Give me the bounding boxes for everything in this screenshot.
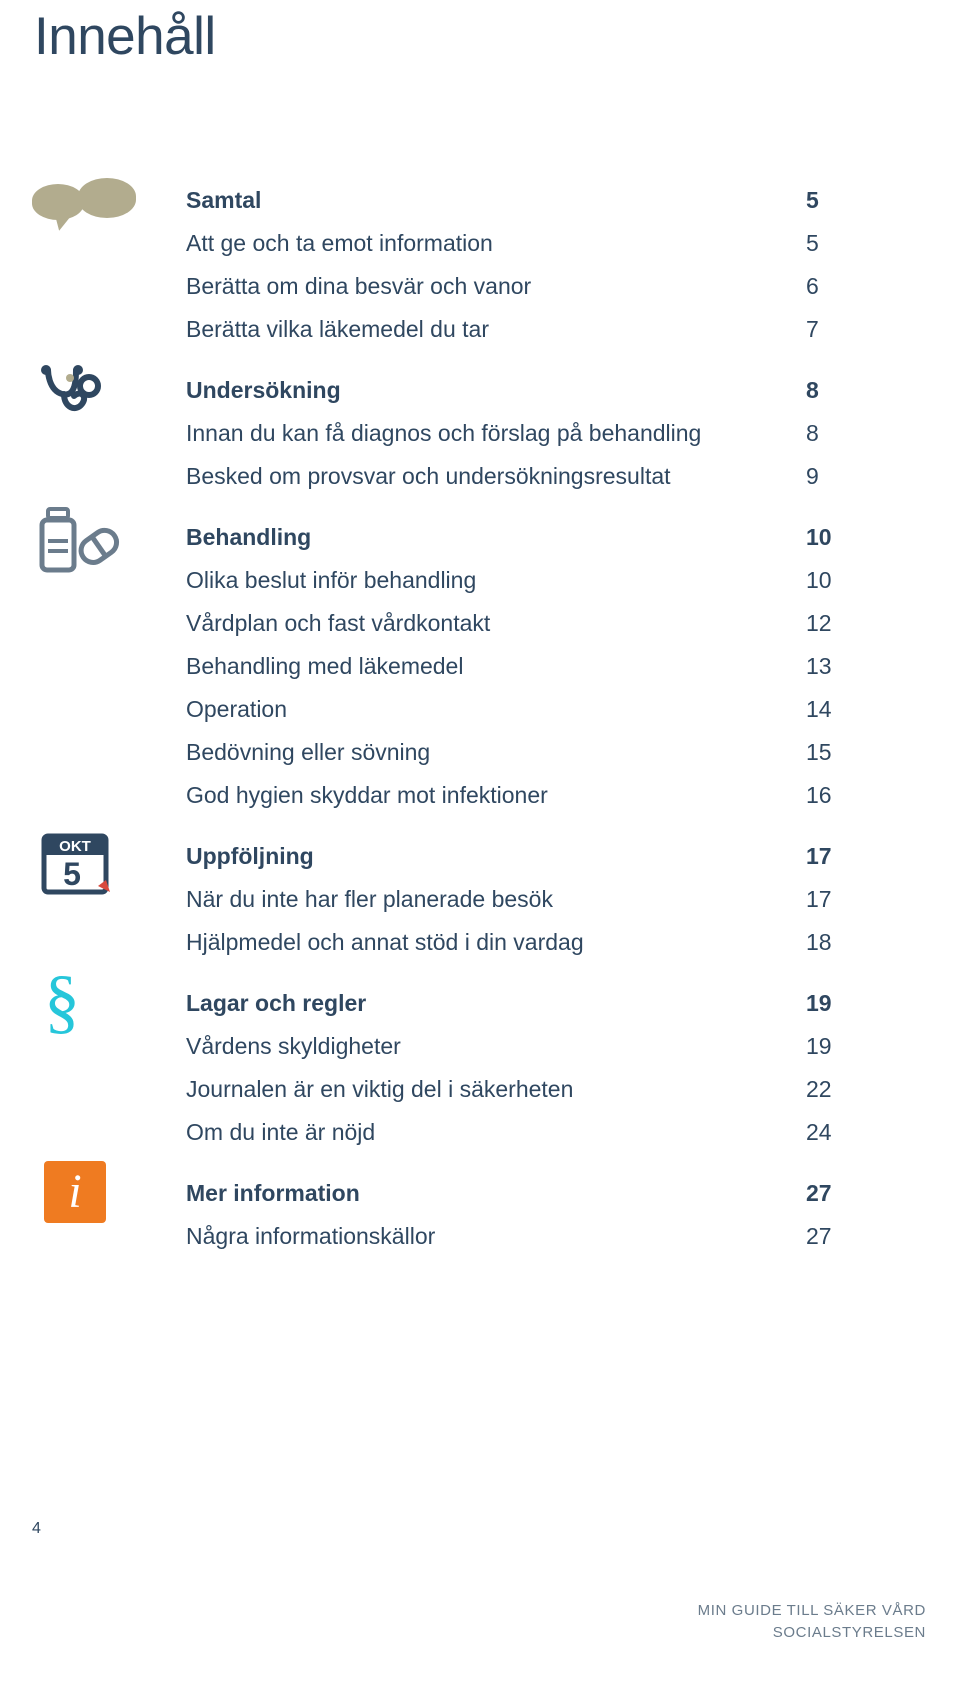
toc-entry[interactable]: Hjälpmedel och annat stöd i din vardag 18: [0, 920, 960, 963]
toc-entry[interactable]: God hygien skyddar mot infektioner 16: [0, 773, 960, 816]
toc-entry-label: Bedövning eller sövning: [186, 738, 431, 765]
toc-entry[interactable]: Berätta vilka läkemedel du tar 7: [0, 307, 960, 350]
toc-entry[interactable]: Innan du kan få diagnos och förslag på b…: [0, 411, 960, 454]
toc-entry[interactable]: När du inte har fler planerade besök 17: [0, 877, 960, 920]
toc-entry[interactable]: Journalen är en viktig del i säkerheten 2…: [0, 1067, 960, 1110]
toc-entry-page: 19: [806, 989, 832, 1016]
toc-section: OKT 5 Uppföljning 17 När du inte har fler pl…: [0, 833, 960, 963]
toc-entry[interactable]: Att ge och ta emot information 5: [0, 221, 960, 264]
toc-entry-page: 9: [806, 462, 819, 489]
toc-entry-label: Vårdens skyldigheter: [186, 1032, 401, 1059]
footer: MIN GUIDE TILL SÄKER VÅRD SOCIALSTYRELSE…: [698, 1600, 926, 1644]
toc-entry-label: Vårdplan och fast vårdkontakt: [186, 609, 491, 636]
toc-entry-label: Att ge och ta emot information: [186, 229, 493, 256]
toc-entry-page: 5: [806, 186, 819, 213]
toc-entry-page: 14: [806, 695, 832, 722]
toc-section-heading[interactable]: Lagar och regler 19: [0, 981, 960, 1024]
toc-entry[interactable]: Berätta om dina besvär och vanor 6: [0, 264, 960, 307]
toc-entry-label: Berätta vilka läkemedel du tar: [186, 315, 489, 342]
toc-entry[interactable]: Om du inte är nöjd 24: [0, 1110, 960, 1153]
toc-entry-label: Operation: [186, 695, 288, 722]
toc-entry-label: Om du inte är nöjd: [186, 1118, 376, 1145]
toc-entry-page: 15: [806, 738, 832, 765]
toc-section-heading[interactable]: Undersökning 8: [0, 368, 960, 411]
toc-entry-label: Undersökning: [186, 376, 341, 403]
toc-entry-label: Hjälpmedel och annat stöd i din vardag: [186, 928, 584, 955]
toc-entry-page: 19: [806, 1032, 832, 1059]
toc-entry-page: 24: [806, 1118, 832, 1145]
toc-entry-page: 5: [806, 229, 819, 256]
toc-entry-page: 6: [806, 272, 819, 299]
footer-line-2: SOCIALSTYRELSEN: [772, 1624, 926, 1641]
toc-entry-page: 12: [806, 609, 832, 636]
toc-entry-label: Olika beslut inför behandling: [186, 566, 477, 593]
toc-entry-label: Journalen är en viktig del i säkerheten: [186, 1075, 574, 1102]
toc-entry-page: 22: [806, 1075, 832, 1102]
toc-section: Behandling 10 Olika beslut inför behandlin…: [0, 507, 960, 816]
toc-entry-label: Mer information: [186, 1179, 360, 1206]
toc-entry-label: Besked om provsvar och undersökningsresu…: [186, 462, 671, 489]
page-title: Innehåll: [34, 7, 216, 66]
toc-entry-label: Berätta om dina besvär och vanor: [186, 272, 532, 299]
toc-entry-page: 10: [806, 566, 832, 593]
toc-entry-page: 13: [806, 652, 832, 679]
toc-entry-page: 16: [806, 781, 832, 808]
toc-entry-label: Lagar och regler: [186, 989, 367, 1016]
page-number: 4: [32, 1520, 41, 1537]
toc-entry[interactable]: Besked om provsvar och undersökningsresu…: [0, 454, 960, 497]
toc-entry-label: God hygien skyddar mot infektioner: [186, 781, 548, 808]
toc-entry-label: Några informationskällor: [186, 1222, 436, 1249]
toc-entry-label: Uppföljning: [186, 842, 314, 869]
toc-entry-label: Behandling: [186, 523, 312, 550]
toc-entry-page: 8: [806, 376, 819, 403]
toc-entry[interactable]: Bedövning eller sövning 15: [0, 730, 960, 773]
toc-entry[interactable]: Några informationskällor 27: [0, 1214, 960, 1257]
toc-entry-page: 27: [806, 1222, 832, 1249]
toc-section-heading[interactable]: Mer information 27: [0, 1171, 960, 1214]
toc-entry-page: 7: [806, 315, 819, 342]
toc-section: Samtal 5 Att ge och ta emot information 5 Be…: [0, 178, 960, 350]
toc-entry-label: Innan du kan få diagnos och förslag på b…: [186, 419, 702, 446]
toc-entry[interactable]: Operation 14: [0, 687, 960, 730]
toc-section-heading[interactable]: Behandling 10: [0, 515, 960, 558]
toc-entry-page: 17: [806, 885, 832, 912]
toc-entry[interactable]: Vårdplan och fast vårdkontakt 12: [0, 601, 960, 644]
toc-entry-label: Behandling med läkemedel: [186, 652, 464, 679]
toc-entry[interactable]: Olika beslut inför behandling 10: [0, 558, 960, 601]
toc-entry[interactable]: Behandling med läkemedel 13: [0, 644, 960, 687]
toc-section: i Mer information 27 Några informationskäll…: [0, 1161, 960, 1257]
toc-section: Undersökning 8 Innan du kan få diagnos och…: [0, 365, 960, 497]
toc-entry[interactable]: Vårdens skyldigheter 19: [0, 1024, 960, 1067]
toc-entry-label: Samtal: [186, 186, 262, 213]
toc-entry-page: 10: [806, 523, 832, 550]
toc-section: § Lagar och regler 19 Vårdens skyldigheter 1…: [0, 965, 960, 1153]
toc-entry-page: 18: [806, 928, 832, 955]
table-of-contents: Samtal 5 Att ge och ta emot information 5 Be…: [0, 178, 960, 1257]
toc-entry-page: 8: [806, 419, 819, 446]
footer-line-1: MIN GUIDE TILL SÄKER VÅRD: [697, 1602, 926, 1619]
toc-section-heading[interactable]: Uppföljning 17: [0, 834, 960, 877]
toc-entry-page: 17: [806, 842, 832, 869]
toc-section-heading[interactable]: Samtal 5: [0, 178, 960, 221]
toc-entry-label: När du inte har fler planerade besök: [186, 885, 553, 912]
toc-entry-page: 27: [806, 1179, 832, 1206]
